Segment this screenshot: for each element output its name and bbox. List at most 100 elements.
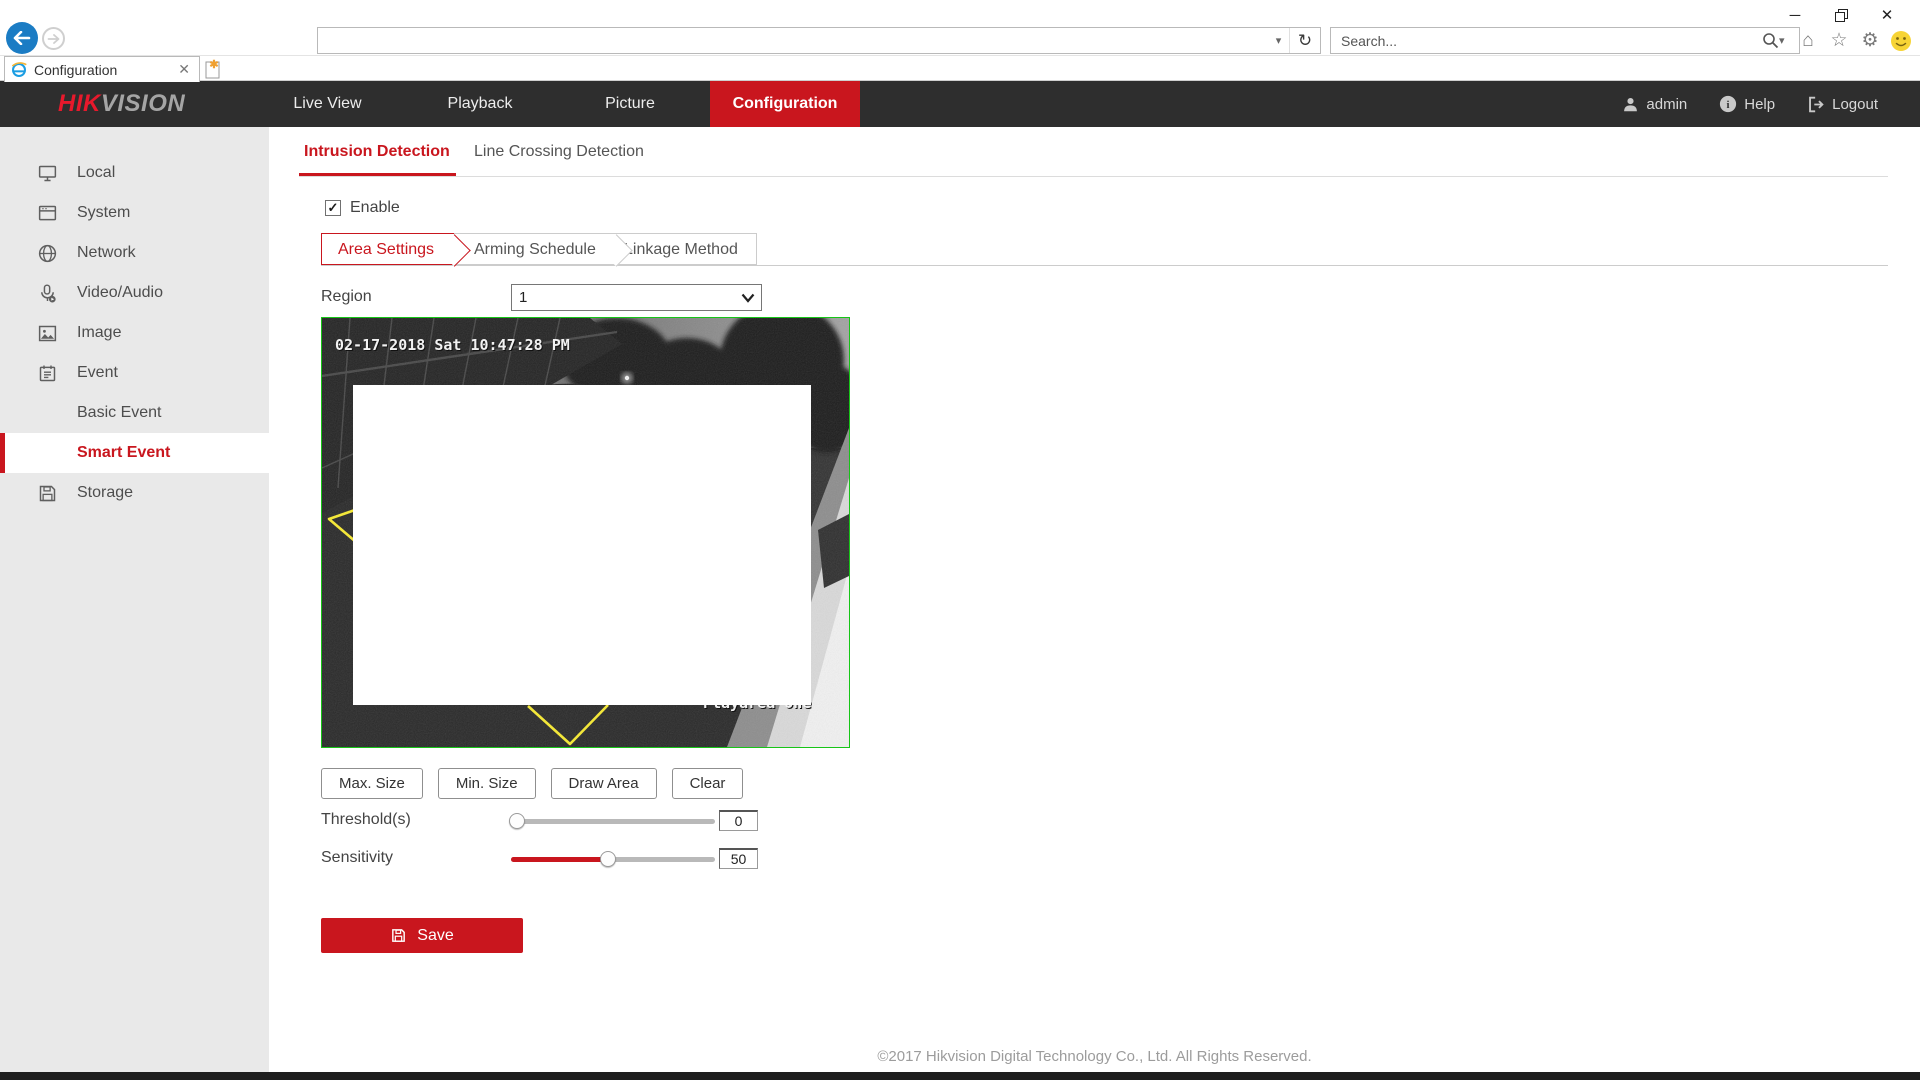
sidebar-item-storage[interactable]: Storage <box>0 473 269 513</box>
save-label: Save <box>417 927 453 945</box>
browser-tab-configuration[interactable]: Configuration ✕ <box>4 56 200 82</box>
sidebar-label: Video/Audio <box>77 284 163 302</box>
home-icon[interactable]: ⌂ <box>1797 30 1819 52</box>
search-icon[interactable] <box>1762 32 1779 49</box>
min-size-button[interactable]: Min. Size <box>438 768 536 799</box>
user-icon <box>1622 96 1639 113</box>
tab-intrusion-detection[interactable]: Intrusion Detection <box>304 143 450 161</box>
step-tab-area-settings[interactable]: Area Settings <box>321 233 454 265</box>
sensitivity-slider-handle[interactable] <box>600 851 616 867</box>
threshold-slider-track[interactable] <box>511 819 715 824</box>
draw-area-button[interactable]: Draw Area <box>551 768 657 799</box>
privacy-mask-rectangle <box>353 385 811 705</box>
sidebar-item-event[interactable]: Event <box>0 353 269 393</box>
sidebar-item-system[interactable]: System <box>0 193 269 233</box>
main-content: Intrusion Detection Line Crossing Detect… <box>269 127 1920 1072</box>
chevron-down-icon <box>741 293 755 303</box>
back-button[interactable] <box>6 22 38 54</box>
sidebar-item-local[interactable]: Local <box>0 153 269 193</box>
sidebar-label: Local <box>77 164 115 182</box>
screen: ─ ✕ ▾ ↻ ▾ ⌂ ☆ ⚙ <box>0 0 1920 1080</box>
sidebar-item-basic-event[interactable]: Basic Event <box>0 393 269 433</box>
hikvision-logo: HIKVISION <box>58 90 185 118</box>
sensitivity-label: Sensitivity <box>321 849 393 867</box>
svg-text:i: i <box>1727 99 1730 111</box>
threshold-slider-handle[interactable] <box>509 813 525 829</box>
restore-icon <box>1835 9 1848 22</box>
window-icon <box>37 203 58 224</box>
sidebar-item-image[interactable]: Image <box>0 313 269 353</box>
threshold-value-input[interactable]: 0 <box>719 810 758 831</box>
sidebar-label: Event <box>77 364 118 382</box>
nav-playback[interactable]: Playback <box>410 81 550 127</box>
area-buttons-row: Max. Size Min. Size Draw Area Clear <box>321 768 743 799</box>
user-name: admin <box>1646 96 1687 113</box>
search-dropdown-caret[interactable]: ▾ <box>1779 34 1799 47</box>
logout-button[interactable]: Logout <box>1807 96 1878 113</box>
clear-button[interactable]: Clear <box>672 768 744 799</box>
sensitivity-slider-track[interactable] <box>511 857 715 862</box>
header-user-area: admin i Help Logout <box>1622 81 1878 127</box>
active-tab-underline <box>299 173 456 176</box>
search-input[interactable] <box>1331 33 1762 49</box>
new-tab-button[interactable]: ✱ <box>204 58 224 80</box>
step-tabs: Area Settings Arming Schedule Linkage Me… <box>321 233 1888 266</box>
tabs-divider <box>299 176 1888 177</box>
sidebar-label: Storage <box>77 484 133 502</box>
logout-icon <box>1807 96 1825 113</box>
search-box: ▾ <box>1330 27 1800 54</box>
favorites-star-icon[interactable]: ☆ <box>1828 29 1850 52</box>
help-button[interactable]: i Help <box>1719 95 1775 113</box>
save-button[interactable]: Save <box>321 918 523 953</box>
app-header: HIKVISION Live View Playback Picture Con… <box>0 81 1920 127</box>
region-value: 1 <box>519 289 527 306</box>
forward-button[interactable] <box>42 27 65 50</box>
region-label: Region <box>321 288 372 306</box>
tab-line-crossing-detection[interactable]: Line Crossing Detection <box>474 143 644 161</box>
sidebar-label: Network <box>77 244 136 262</box>
new-tab-icon: ✱ <box>204 58 222 80</box>
video-preview[interactable]: Playarea One 02-17-2018 Sat 10:47:28 PM <box>321 317 850 748</box>
save-floppy-icon <box>390 927 407 944</box>
feedback-smiley-icon[interactable] <box>1890 30 1912 52</box>
logout-label: Logout <box>1832 96 1878 113</box>
minimize-button[interactable]: ─ <box>1772 2 1818 28</box>
globe-icon <box>37 243 58 264</box>
sidebar-item-video-audio[interactable]: Video/Audio <box>0 273 269 313</box>
address-dropdown-caret[interactable]: ▾ <box>1268 28 1290 53</box>
nav-configuration[interactable]: Configuration <box>710 81 860 127</box>
close-button[interactable]: ✕ <box>1864 2 1910 28</box>
back-arrow-icon <box>13 31 31 45</box>
logo-vision: VISION <box>101 90 185 117</box>
svg-text:✱: ✱ <box>209 59 218 71</box>
refresh-icon[interactable]: ↻ <box>1290 28 1320 54</box>
sensitivity-row: Sensitivity 50 <box>269 847 1920 871</box>
help-label: Help <box>1744 96 1775 113</box>
sidebar-item-smart-event[interactable]: Smart Event <box>0 433 269 473</box>
sidebar-label: Basic Event <box>77 404 161 422</box>
image-icon <box>37 323 58 344</box>
settings-gear-icon[interactable]: ⚙ <box>1859 29 1881 52</box>
logo-hik: HIK <box>58 90 101 117</box>
nav-live-view[interactable]: Live View <box>260 81 395 127</box>
sidebar: Local System Network Video/Audio Image E… <box>0 127 269 1072</box>
region-select[interactable]: 1 <box>511 284 762 311</box>
address-input[interactable] <box>318 33 1268 49</box>
bottom-strip <box>0 1072 1920 1080</box>
chrome-action-icons: ⌂ ☆ ⚙ <box>1797 29 1912 52</box>
info-icon: i <box>1719 95 1737 113</box>
sensitivity-value-input[interactable]: 50 <box>719 848 758 869</box>
max-size-button[interactable]: Max. Size <box>321 768 423 799</box>
microphone-icon <box>37 283 58 304</box>
sidebar-item-network[interactable]: Network <box>0 233 269 273</box>
restore-button[interactable] <box>1818 2 1864 28</box>
notepad-icon <box>37 363 58 384</box>
enable-checkbox[interactable]: ✓ <box>325 200 341 216</box>
user-menu[interactable]: admin <box>1622 96 1687 113</box>
threshold-row: Threshold(s) 0 <box>269 809 1920 833</box>
monitor-icon <box>37 163 58 184</box>
tab-close-icon[interactable]: ✕ <box>175 61 193 78</box>
nav-picture[interactable]: Picture <box>565 81 695 127</box>
tab-title: Configuration <box>34 62 175 78</box>
internet-explorer-icon <box>11 62 27 78</box>
